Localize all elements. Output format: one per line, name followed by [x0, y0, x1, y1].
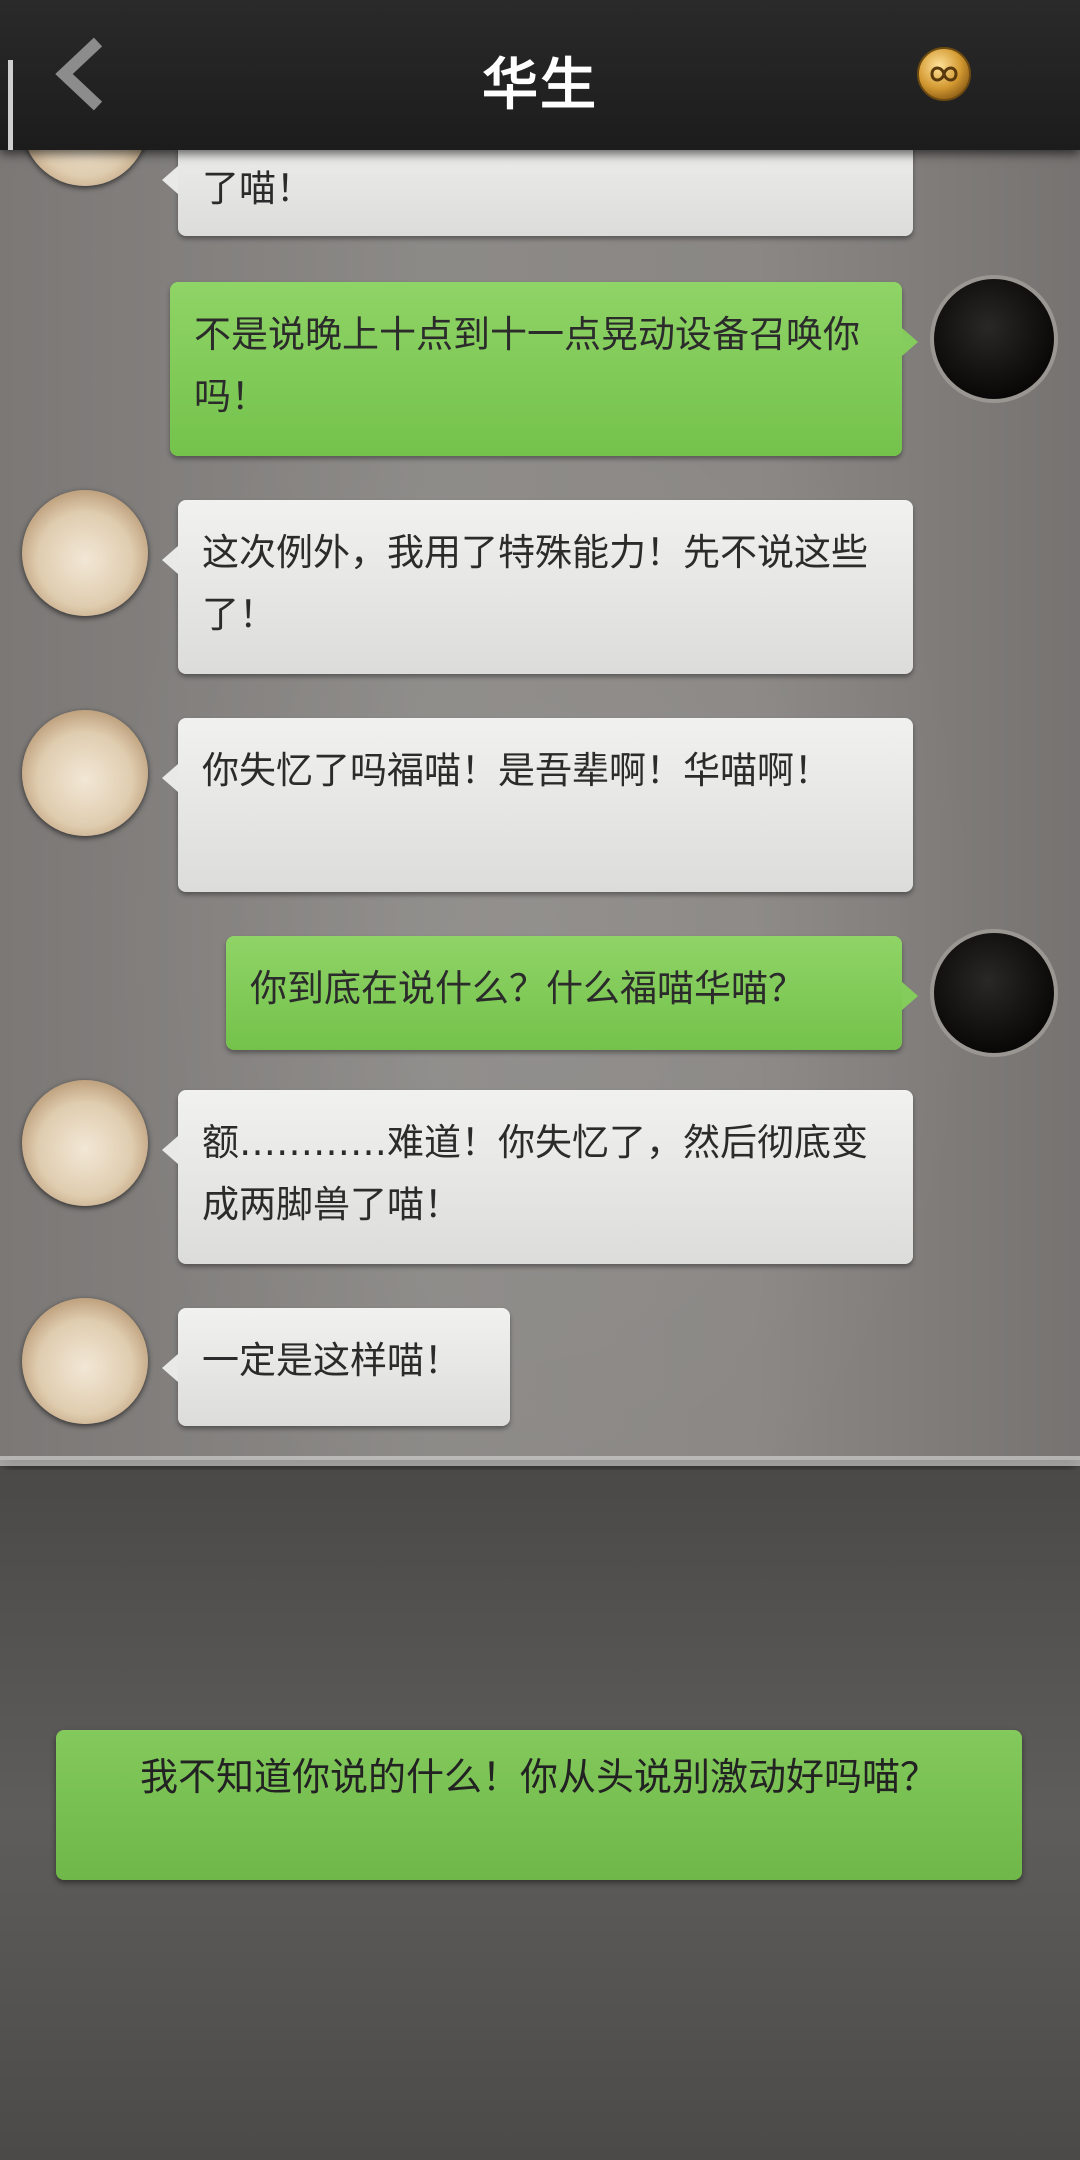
paper-edge [0, 1456, 1080, 1466]
reply-option-button[interactable]: 我不知道你说的什么！你从头说别激动好吗喵？ [56, 1730, 1022, 1880]
infinity-coin-icon [917, 47, 971, 101]
message-text: 了喵！ [202, 167, 313, 210]
top-bar: 华生 [0, 0, 1080, 150]
cat-avatar [22, 1080, 148, 1206]
message-text: 这次例外，我用了特殊能力！先不说这些了！ [202, 531, 868, 636]
message-text: 你失忆了吗福喵！是吾辈啊！华喵啊！ [202, 749, 831, 792]
message-bubble-cat: 一定是这样喵！ [162, 1308, 510, 1426]
message-text: 你到底在说什么？什么福喵华喵？ [250, 967, 805, 1010]
message-bubble-cat: 这次例外，我用了特殊能力！先不说这些了！ [162, 500, 913, 674]
message-bubble-player: 不是说晚上十点到十一点晃动设备召唤你吗！ [170, 282, 918, 456]
message-text: 不是说晚上十点到十一点晃动设备召唤你吗！ [194, 313, 860, 418]
cat-avatar [22, 490, 148, 616]
message-bubble-player: 你到底在说什么？什么福喵华喵？ [226, 936, 918, 1050]
player-avatar [930, 929, 1058, 1057]
cat-avatar [22, 1298, 148, 1424]
message-text: 额…………难道！你失忆了，然后彻底变成两脚兽了喵！ [202, 1121, 868, 1226]
player-avatar [930, 275, 1058, 403]
reply-option-text: 我不知道你说的什么！你从头说别激动好吗喵？ [139, 1755, 938, 1799]
message-bubble-cat: 你失忆了吗福喵！是吾辈啊！华喵啊！ [162, 718, 913, 892]
message-text: 一定是这样喵！ [202, 1339, 461, 1382]
cat-avatar [22, 710, 148, 836]
message-bubble-cat: 额…………难道！你失忆了，然后彻底变成两脚兽了喵！ [162, 1090, 913, 1264]
infinity-coin-button[interactable] [914, 44, 974, 104]
